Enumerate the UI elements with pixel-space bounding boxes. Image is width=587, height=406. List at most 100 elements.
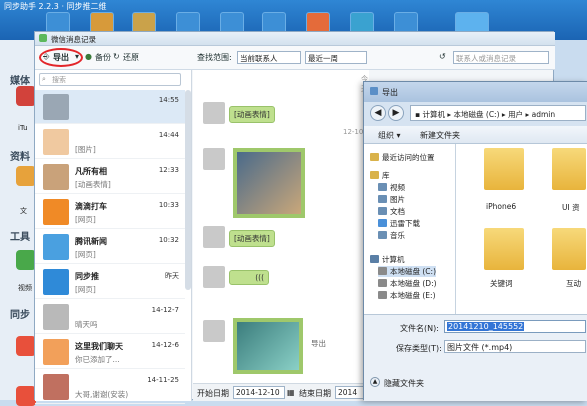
contact-row[interactable]: 同步推 [网页] 昨天 [35, 265, 185, 299]
save-form: 文件名(N): 20141210_145552 保存类型(T): 图片文件 (*… [364, 314, 587, 401]
contact-row[interactable]: 滴滴打车 [网页] 10:33 [35, 195, 185, 229]
avatar [43, 339, 69, 365]
contact-last-message: [动画表情] [75, 180, 111, 189]
avatar [43, 94, 69, 120]
contact-time: 14:55 [158, 96, 179, 104]
contact-row[interactable]: 14:55 [35, 90, 185, 124]
nav-item[interactable]: 文档 [378, 206, 405, 217]
contact-time: 10:33 [158, 201, 179, 209]
contact-row[interactable]: 大哥,谢谢(安装) 14-11-25 [35, 370, 185, 404]
nav-item[interactable]: 本地磁盘 (D:) [378, 278, 437, 289]
nav-item[interactable]: 本地磁盘 (E:) [378, 290, 436, 301]
dialog-titlebar: 导出 [364, 82, 587, 102]
contact-last-message: [网页] [75, 215, 96, 224]
restore-icon[interactable]: ↻ [113, 52, 120, 61]
nav-icon [378, 195, 387, 203]
organize-button[interactable]: 组织 ▾ [378, 130, 401, 141]
sync-icon[interactable] [16, 336, 36, 356]
nav-item[interactable]: 音乐 [378, 230, 405, 241]
export-icon[interactable]: ⎆ [43, 52, 49, 62]
nav-item[interactable]: 计算机 [370, 254, 405, 265]
nav-item[interactable]: 库 [370, 170, 390, 181]
folder-label[interactable]: 互动 [566, 278, 581, 289]
backup-button[interactable]: 备份 [95, 52, 111, 63]
folder-label[interactable]: UI 资 [562, 202, 580, 213]
nav-label: 最近访问的位置 [382, 153, 435, 162]
breadcrumb-item[interactable]: 计算机 [422, 110, 445, 119]
refresh-icon[interactable]: ↺ [439, 52, 446, 61]
voice-message[interactable]: ((( [229, 270, 269, 285]
image-message[interactable] [233, 148, 305, 218]
avatar [43, 164, 69, 190]
file-icon[interactable] [16, 166, 36, 186]
nav-icon [378, 279, 387, 287]
backup-icon[interactable]: ● [85, 52, 92, 61]
nav-label: 文档 [390, 207, 405, 216]
avatar [43, 234, 69, 260]
contact-search-input[interactable]: 搜索 [39, 73, 181, 86]
expand-icon[interactable]: ▲ [370, 377, 380, 387]
nav-item[interactable]: 视频 [378, 182, 405, 193]
scope-select[interactable]: 当前联系人 [237, 51, 301, 64]
folder-icon[interactable] [552, 228, 586, 270]
nav-icon [378, 183, 387, 191]
savetype-select[interactable]: 图片文件 (*.mp4) [444, 340, 586, 353]
date-label: 12-10 [343, 128, 364, 136]
itunes-icon[interactable] [16, 86, 36, 106]
contact-time: 14-12-6 [151, 341, 179, 349]
contact-row[interactable]: 晴天吗 14-12-7 [35, 300, 185, 334]
nav-item[interactable]: 迅雷下载 [378, 218, 420, 229]
start-date-input[interactable]: 2014-12-10 [233, 386, 285, 399]
sidebar-section: 工具 [10, 232, 30, 243]
sidebar-label: iTu [18, 124, 28, 132]
filename-label: 文件名(N): [400, 324, 439, 333]
folder-icon[interactable] [552, 148, 586, 190]
contact-row[interactable]: 这里我们聊天 你已添加了... 14-12-6 [35, 335, 185, 369]
nav-item[interactable]: 图片 [378, 194, 405, 205]
breadcrumb[interactable]: ▪ 计算机 ▸ 本地磁盘 (C:) ▸ 用户 ▸ admin [410, 105, 586, 121]
end-date-label: 结束日期 [299, 389, 331, 398]
video-icon[interactable] [16, 250, 36, 270]
filename-input[interactable]: 20141210_145552 [444, 320, 586, 333]
contact-time: 14-12-7 [151, 306, 179, 314]
avatar [203, 102, 225, 124]
folder-icon[interactable] [484, 148, 524, 190]
contact-row[interactable]: [图片] 14:44 [35, 125, 185, 159]
breadcrumb-item[interactable]: 用户 [508, 110, 523, 119]
folder-label[interactable]: 关键词 [490, 278, 513, 289]
folder-label[interactable]: iPhone6 [486, 202, 516, 211]
contact-last-message: 你已添加了... [75, 355, 120, 364]
restore-button[interactable]: 还原 [123, 52, 139, 63]
nav-item[interactable]: 最近访问的位置 [370, 152, 435, 163]
scrollbar[interactable] [185, 90, 191, 290]
breadcrumb-item[interactable]: admin [532, 110, 556, 119]
message-export-link[interactable]: 导出 [311, 338, 326, 349]
export-button[interactable]: 导出 [53, 52, 69, 63]
new-folder-button[interactable]: 新建文件夹 [420, 130, 460, 141]
back-icon[interactable]: ◀ [370, 105, 386, 121]
message-bubble: [动画表情] [229, 230, 275, 247]
forward-icon[interactable]: ▶ [388, 105, 404, 121]
hide-folders-toggle[interactable]: 隐藏文件夹 [384, 378, 424, 389]
contact-row[interactable]: 凡所有相 [动画表情] 12:33 [35, 160, 185, 194]
dropdown-arrow-icon[interactable]: ▾ [75, 52, 79, 61]
sync-icon[interactable] [16, 386, 36, 406]
message-search-input[interactable]: 联系人或消息记录 [453, 51, 549, 64]
contact-row[interactable]: 腾讯新闻 [网页] 10:32 [35, 230, 185, 264]
nav-label: 计算机 [382, 255, 405, 264]
contact-name: 腾讯新闻 [75, 237, 107, 246]
avatar [43, 199, 69, 225]
nav-label: 图片 [390, 195, 405, 204]
contact-name: 凡所有相 [75, 167, 107, 176]
folder-icon[interactable] [484, 228, 524, 270]
contact-last-message: [网页] [75, 285, 96, 294]
nav-item[interactable]: 本地磁盘 (C:) [378, 266, 436, 277]
avatar [43, 269, 69, 295]
contact-time: 14-11-25 [147, 376, 179, 384]
period-select[interactable]: 最近一周 [305, 51, 367, 64]
nav-label: 本地磁盘 (E:) [390, 291, 436, 300]
breadcrumb-item[interactable]: 本地磁盘 (C:) [454, 110, 500, 119]
calendar-icon[interactable]: ▦ [287, 388, 295, 397]
video-message[interactable] [233, 318, 303, 374]
wechat-icon [39, 34, 47, 42]
